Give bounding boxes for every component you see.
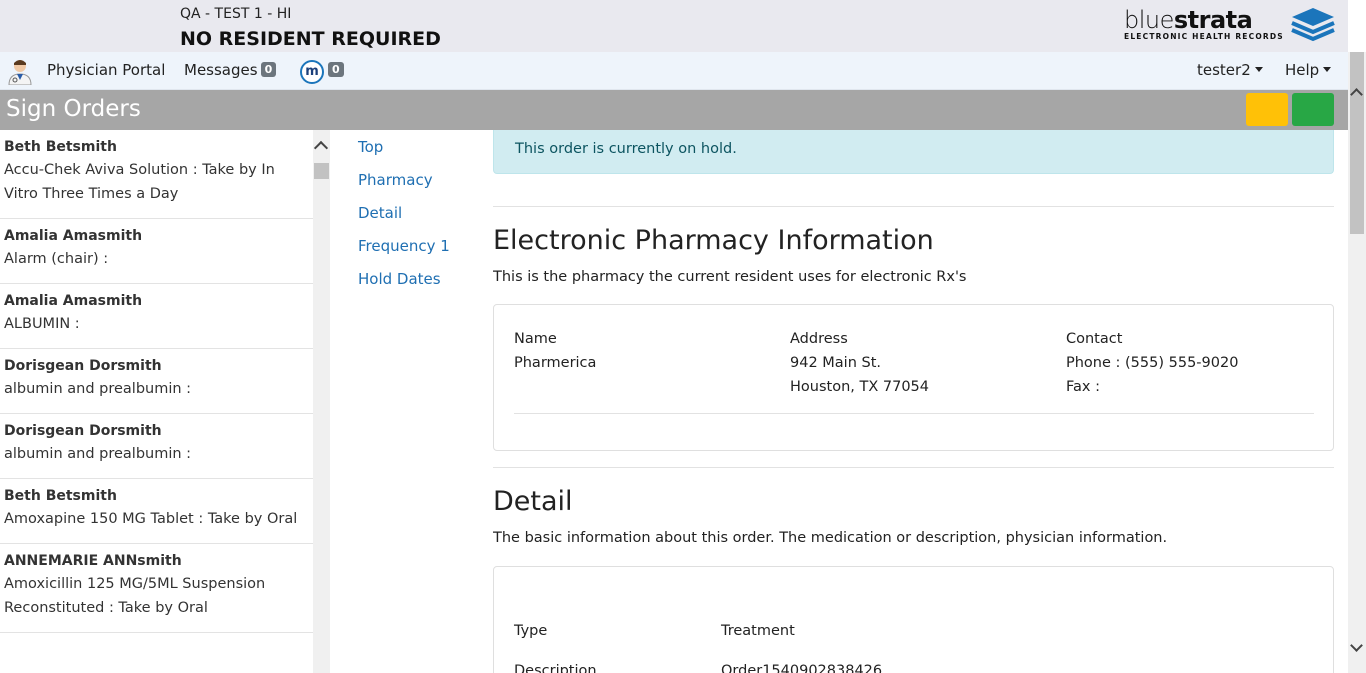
pharmacy-section-subtitle: This is the pharmacy the current residen… bbox=[493, 269, 967, 285]
page-title: Sign Orders bbox=[6, 96, 141, 122]
toc-link-detail[interactable]: Detail bbox=[358, 202, 450, 235]
logo-text-light: blue bbox=[1124, 6, 1174, 34]
pharmacy-address-header: Address bbox=[790, 331, 848, 347]
divider bbox=[493, 467, 1334, 468]
order-resident-name: ANNEMARIE ANNsmith bbox=[4, 553, 182, 569]
toc-link-pharmacy[interactable]: Pharmacy bbox=[358, 169, 450, 202]
toc-link-frequency[interactable]: Frequency 1 bbox=[358, 235, 450, 268]
app-header: QA - TEST 1 - HI NO RESIDENT REQUIRED bl… bbox=[0, 0, 1348, 52]
order-resident-name: Amalia Amasmith bbox=[4, 228, 143, 244]
order-description: ALBUMIN : bbox=[4, 316, 80, 332]
order-list: Beth Betsmith Accu-Chek Aviva Solution :… bbox=[0, 130, 313, 673]
pharmacy-address-line2: Houston, TX 77054 bbox=[790, 379, 930, 395]
order-description: Accu-Chek Aviva Solution : Take by In Vi… bbox=[4, 162, 275, 202]
detail-section-title: Detail bbox=[493, 486, 573, 517]
bluestrata-logo: bluestrata ELECTRONIC HEALTH RECORDS bbox=[1124, 6, 1336, 46]
order-description: Amoxapine 150 MG Tablet : Take by Oral bbox=[4, 511, 298, 527]
detail-section-subtitle: The basic information about this order. … bbox=[493, 530, 1168, 546]
navbar: Physician Portal Messages 0 m 0 tester2 H… bbox=[0, 52, 1348, 90]
detail-card: Type Treatment Description Order15409028… bbox=[493, 566, 1334, 673]
order-resident-name: Amalia Amasmith bbox=[4, 293, 143, 309]
chevron-down-icon[interactable] bbox=[1350, 639, 1363, 652]
divider bbox=[514, 413, 1314, 414]
order-resident-name: Beth Betsmith bbox=[4, 139, 117, 155]
detail-type-label: Type bbox=[514, 623, 548, 639]
messages-link[interactable]: Messages 0 bbox=[184, 61, 277, 79]
m-count-badge: 0 bbox=[328, 62, 344, 77]
order-list-item[interactable]: Beth Betsmith Accu-Chek Aviva Solution :… bbox=[0, 130, 313, 219]
order-description: albumin and prealbumin : bbox=[4, 381, 192, 397]
detail-description-value: Order1540902838426 bbox=[721, 663, 883, 673]
order-resident-name: Beth Betsmith bbox=[4, 488, 117, 504]
messages-count-badge: 0 bbox=[260, 62, 277, 77]
order-description: Alarm (chair) : bbox=[4, 251, 109, 267]
order-description: Amoxicillin 125 MG/5ML Suspension Recons… bbox=[4, 576, 266, 616]
order-list-item[interactable]: Amalia Amasmith ALBUMIN : bbox=[0, 284, 313, 349]
top-scroll-gap bbox=[1348, 0, 1366, 52]
order-detail-panel: This order is currently on hold. Electro… bbox=[493, 130, 1334, 673]
help-menu-dropdown[interactable]: Help bbox=[1285, 61, 1331, 79]
page-scrollbar[interactable] bbox=[1348, 52, 1366, 673]
order-list-item[interactable]: ANNEMARIE ANNsmith Amoxicillin 125 MG/5M… bbox=[0, 544, 313, 633]
scrollbar-thumb[interactable] bbox=[314, 163, 329, 179]
physician-portal-link[interactable]: Physician Portal bbox=[47, 61, 165, 79]
messages-label: Messages bbox=[184, 61, 258, 79]
section-nav: Top Pharmacy Detail Frequency 1 Hold Dat… bbox=[358, 136, 450, 301]
order-list-item[interactable]: Dorisgean Dorsmith albumin and prealbumi… bbox=[0, 414, 313, 479]
m-icon[interactable]: m bbox=[300, 60, 324, 84]
order-list-item[interactable]: Amalia Amasmith Alarm (chair) : bbox=[0, 219, 313, 284]
resident-name: NO RESIDENT REQUIRED bbox=[180, 28, 441, 50]
order-resident-name: Dorisgean Dorsmith bbox=[4, 358, 162, 374]
divider bbox=[493, 206, 1334, 207]
order-list-item[interactable]: Dorisgean Dorsmith albumin and prealbumi… bbox=[0, 349, 313, 414]
hold-action-button[interactable] bbox=[1246, 93, 1288, 126]
detail-type-value: Treatment bbox=[721, 623, 795, 639]
pharmacy-phone: Phone : (555) 555-9020 bbox=[1066, 355, 1239, 371]
logo-subtitle: ELECTRONIC HEALTH RECORDS bbox=[1124, 32, 1284, 41]
physician-avatar-icon bbox=[8, 60, 32, 85]
logo-text-bold: strata bbox=[1173, 6, 1253, 34]
pharmacy-fax: Fax : bbox=[1066, 379, 1100, 395]
order-list-item[interactable]: Beth Betsmith Amoxapine 150 MG Tablet : … bbox=[0, 479, 313, 544]
toc-link-hold-dates[interactable]: Hold Dates bbox=[358, 268, 450, 301]
pharmacy-address-line1: 942 Main St. bbox=[790, 355, 882, 371]
order-resident-name: Dorisgean Dorsmith bbox=[4, 423, 162, 439]
order-list-scrollbar[interactable] bbox=[313, 130, 330, 673]
on-hold-alert: This order is currently on hold. bbox=[493, 130, 1334, 174]
pharmacy-card: Name Pharmerica Address 942 Main St. Hou… bbox=[493, 304, 1334, 451]
sign-action-button[interactable] bbox=[1292, 93, 1334, 126]
toc-link-top[interactable]: Top bbox=[358, 136, 450, 169]
layers-icon bbox=[1291, 8, 1335, 42]
scrollbar-thumb[interactable] bbox=[1350, 52, 1364, 234]
page-titlebar: Sign Orders bbox=[0, 90, 1348, 130]
facility-name: QA - TEST 1 - HI bbox=[180, 6, 292, 22]
user-menu-dropdown[interactable]: tester2 bbox=[1197, 61, 1263, 79]
pharmacy-name-header: Name bbox=[514, 331, 557, 347]
order-description: albumin and prealbumin : bbox=[4, 446, 192, 462]
pharmacy-section-title: Electronic Pharmacy Information bbox=[493, 225, 934, 256]
pharmacy-name: Pharmerica bbox=[514, 355, 597, 371]
pharmacy-contact-header: Contact bbox=[1066, 331, 1123, 347]
chevron-up-icon[interactable] bbox=[313, 140, 329, 156]
detail-description-label: Description bbox=[514, 663, 597, 673]
